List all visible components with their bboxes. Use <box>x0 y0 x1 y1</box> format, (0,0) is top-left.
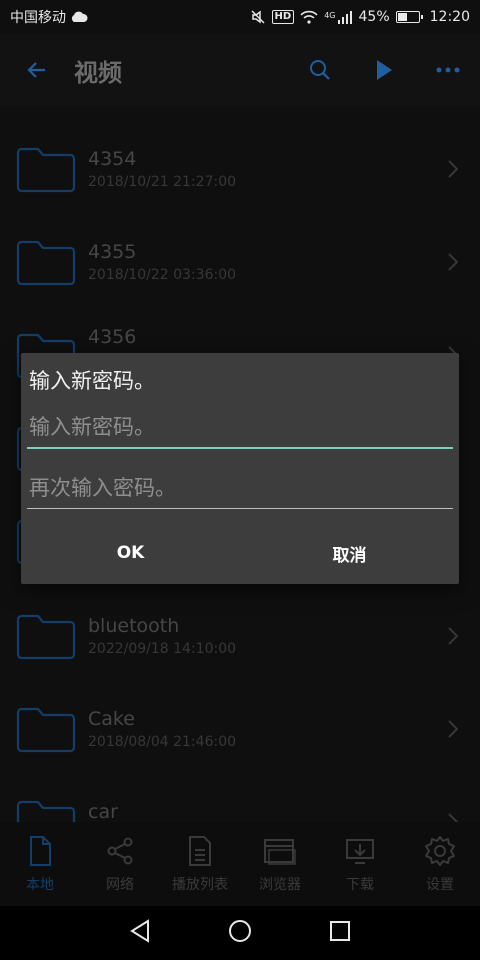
signal-icon: 4G <box>324 10 352 24</box>
carrier-name: 中国移动 <box>10 10 66 26</box>
confirm-password-field-wrapper <box>27 467 453 509</box>
status-bar: 中国移动 HD 4G 45% 12:20 <box>0 0 480 34</box>
system-nav-bar <box>0 906 480 960</box>
system-back-button[interactable] <box>129 919 151 947</box>
hd-badge: HD <box>271 10 295 24</box>
search-icon <box>310 60 330 80</box>
more-icon <box>436 67 460 73</box>
battery-percent: 45% <box>358 9 390 25</box>
confirm-password-input[interactable] <box>27 467 453 508</box>
play-button[interactable] <box>352 34 416 106</box>
battery-fill <box>397 13 407 21</box>
dialog-title: 输入新密码。 <box>29 369 155 393</box>
cloud-icon <box>70 11 88 23</box>
battery-icon <box>395 11 423 23</box>
system-home-button[interactable] <box>228 919 252 947</box>
back-arrow-icon <box>27 62 45 78</box>
triangle-back-icon <box>129 919 149 943</box>
back-button[interactable] <box>0 34 74 106</box>
play-icon <box>377 60 392 80</box>
password-dialog: 输入新密码。 OK 取消 <box>21 353 459 584</box>
system-recents-button[interactable] <box>329 920 351 946</box>
circle-home-icon <box>228 920 251 942</box>
mute-icon <box>250 9 266 25</box>
new-password-input[interactable] <box>27 407 453 447</box>
cancel-button[interactable]: 取消 <box>240 525 459 581</box>
square-recents-icon <box>330 921 351 941</box>
more-button[interactable] <box>416 34 480 106</box>
app-bar: 视频 <box>0 34 480 106</box>
page-title: 视频 <box>74 58 122 87</box>
new-password-field-wrapper <box>27 407 453 449</box>
network-type: 4G <box>324 10 336 20</box>
wifi-icon <box>300 10 318 24</box>
ok-button[interactable]: OK <box>21 525 240 581</box>
search-button[interactable] <box>288 34 352 106</box>
clock: 12:20 <box>429 9 470 25</box>
